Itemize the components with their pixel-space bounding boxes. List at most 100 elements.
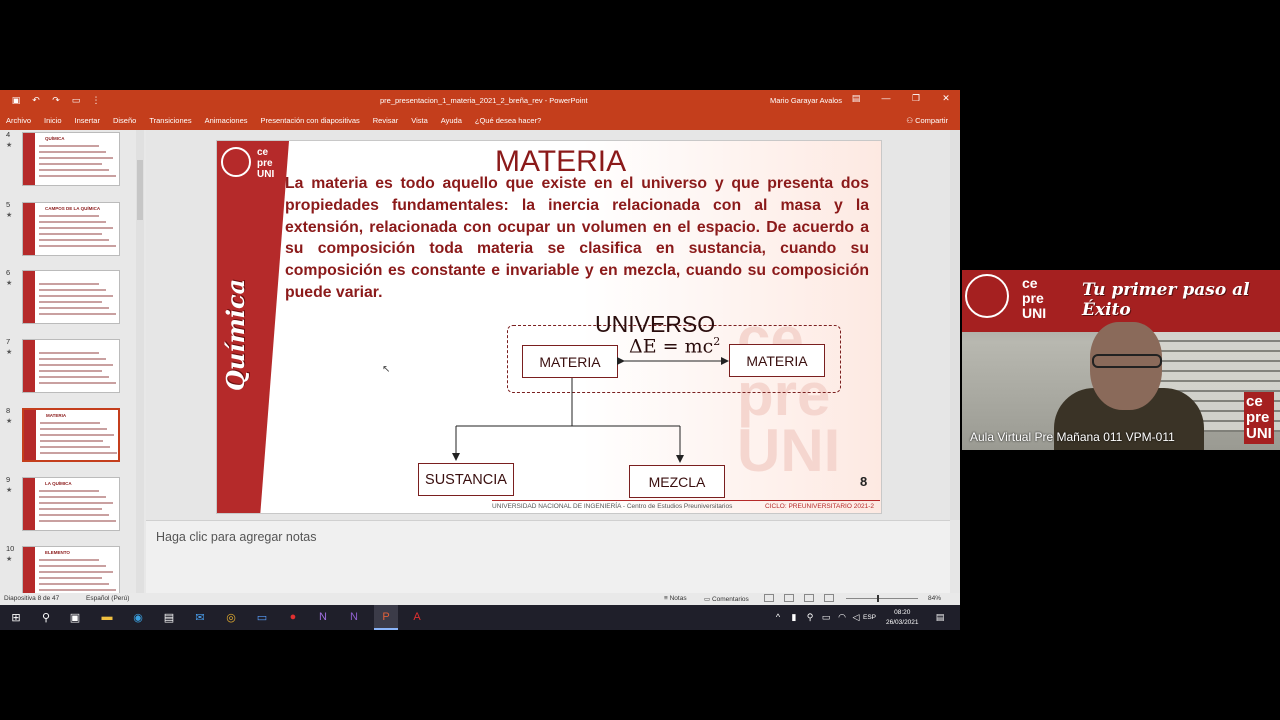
ribbon-tab-3[interactable]: Diseño: [113, 116, 136, 125]
thumbnail-text-line: [39, 245, 116, 247]
thumbnail-text-line: [39, 295, 113, 297]
slide-thumbnail[interactable]: 9 ★ LA QUÍMICA: [0, 475, 146, 535]
notes-placeholder: Haga clic para agregar notas: [156, 530, 317, 544]
edge-icon[interactable]: ◉: [130, 609, 146, 625]
taskbar-clock[interactable]: 08:20 26/03/2021: [886, 608, 919, 628]
animation-star-icon: ★: [6, 556, 13, 563]
thumbnail-text-line: [39, 583, 109, 585]
ribbon-tab-7[interactable]: Revisar: [373, 116, 398, 125]
thumbnail-preview: CAMPOS DE LA QUÍMICA: [22, 202, 120, 256]
undo-icon[interactable]: ↶: [30, 94, 42, 106]
zoom-app-icon[interactable]: ▭: [254, 609, 270, 625]
share-button[interactable]: ⚇ Compartir: [906, 116, 948, 125]
reading-view-icon[interactable]: [804, 594, 814, 602]
user-name[interactable]: Mario Garayar Avalos: [770, 96, 842, 105]
presenter-glasses: [1092, 354, 1162, 368]
onenote-icon[interactable]: N: [315, 609, 331, 625]
webcam-right-logo: ce pre UNI: [1244, 392, 1274, 444]
slide-sorter-icon[interactable]: [784, 594, 794, 602]
volume-icon[interactable]: ◁: [848, 609, 864, 625]
slide-thumbnail-pane: 4 ★ QUÍMICA 5 ★ CAMPOS DE LA QUÍMICA 6 ★ 7 ★ 8 ★ MAT…: [0, 130, 146, 600]
ribbon-tab-9[interactable]: Ayuda: [441, 116, 462, 125]
animation-star-icon: ★: [6, 418, 13, 425]
ribbon-tab-1[interactable]: Inicio: [44, 116, 62, 125]
ribbon-tab-8[interactable]: Vista: [411, 116, 428, 125]
current-slide[interactable]: ce pre UNI Química ce pre UNI MATERIA La m…: [216, 140, 882, 514]
ribbon-display-icon[interactable]: ▤: [850, 93, 862, 104]
ribbon-tab-5[interactable]: Animaciones: [205, 116, 248, 125]
slide-footer-left: UNIVERSIDAD NACIONAL DE INGENIERÍA - Cen…: [492, 503, 733, 510]
acrobat-icon[interactable]: A: [409, 609, 425, 625]
thumbnail-red-band: [23, 478, 35, 530]
minimize-icon[interactable]: —: [880, 93, 892, 104]
notifications-icon[interactable]: ▤: [932, 609, 948, 625]
slide-body-text[interactable]: La materia es todo aquello que existe en…: [285, 173, 869, 304]
search-icon[interactable]: ⚲: [38, 609, 54, 625]
thumbnail-number: 9: [6, 475, 11, 484]
save-icon[interactable]: ▣: [10, 94, 22, 106]
slide-thumbnail[interactable]: 8 ★ MATERIA: [0, 406, 146, 466]
notes-toggle[interactable]: ≡ Notas: [664, 595, 687, 602]
maximize-icon[interactable]: ❐: [910, 93, 922, 104]
ribbon-tab-list: Archivo Inicio Insertar Diseño Transiciones A…: [6, 116, 541, 125]
normal-view-icon[interactable]: [764, 594, 774, 602]
zoom-slider[interactable]: [846, 598, 918, 599]
comments-toggle[interactable]: ▭ Comentarios: [704, 595, 749, 603]
language-indicator[interactable]: Español (Perú): [86, 595, 129, 602]
slide-thumbnail[interactable]: 5 ★ CAMPOS DE LA QUÍMICA: [0, 200, 146, 260]
customize-toolbar-icon[interactable]: ⋮: [90, 94, 102, 106]
ribbon-tab-10[interactable]: ¿Qué desea hacer?: [475, 116, 541, 125]
chrome-icon[interactable]: ◎: [223, 609, 239, 625]
window-controls: ▤ — ❐ ✕: [850, 93, 952, 104]
zoom-level[interactable]: 84%: [928, 595, 941, 602]
zoom-slider-thumb[interactable]: [877, 595, 879, 602]
ribbon-tab-0[interactable]: Archivo: [6, 116, 31, 125]
input-language[interactable]: ESP: [863, 614, 876, 621]
mouse-cursor-icon: ↖: [382, 364, 391, 375]
powerpoint-icon[interactable]: P: [378, 609, 394, 625]
share-label: Compartir: [915, 116, 948, 125]
ribbon-tab-4[interactable]: Transiciones: [149, 116, 191, 125]
task-view-icon[interactable]: ▣: [67, 609, 83, 625]
redo-icon[interactable]: ↷: [50, 94, 62, 106]
store-icon[interactable]: ▤: [161, 609, 177, 625]
notes-pane[interactable]: Haga clic para agregar notas: [146, 520, 950, 593]
ribbon-tab-6[interactable]: Presentación con diapositivas: [261, 116, 360, 125]
battery-icon[interactable]: ▭: [818, 609, 834, 625]
thumbnail-text-line: [39, 577, 102, 579]
equation-exponent: 2: [713, 335, 721, 348]
slide-thumbnail[interactable]: 7 ★: [0, 337, 146, 397]
ribbon-tab-2[interactable]: Insertar: [75, 116, 100, 125]
mail-icon[interactable]: ✉: [192, 609, 208, 625]
energy-equation: ΔE = mc2: [629, 335, 720, 357]
file-explorer-icon[interactable]: ▬: [99, 609, 115, 625]
recorder-icon[interactable]: ●: [285, 609, 301, 625]
thumbnail-text-line: [39, 496, 106, 498]
windows-start-icon[interactable]: ⊞: [8, 609, 24, 625]
thumbnail-text-line: [39, 490, 99, 492]
thumbnail-text-line: [39, 233, 102, 235]
slide-thumbnail[interactable]: 4 ★ QUÍMICA: [0, 130, 146, 190]
slide-vertical-scrollbar[interactable]: [950, 130, 960, 520]
thumbnail-preview: [22, 270, 120, 324]
thumbnail-text-line: [39, 283, 99, 285]
slideshow-view-icon[interactable]: [824, 594, 834, 602]
usb-icon[interactable]: ⚲: [802, 609, 818, 625]
materia-left-box: MATERIA: [522, 345, 618, 378]
thumbnail-title: ELEMENTO: [45, 550, 70, 555]
microphone-icon[interactable]: ▮: [786, 609, 802, 625]
thumbnail-preview: LA QUÍMICA: [22, 477, 120, 531]
slide-thumbnail[interactable]: 6 ★: [0, 268, 146, 328]
close-icon[interactable]: ✕: [940, 93, 952, 104]
animation-star-icon: ★: [6, 280, 13, 287]
thumbnail-text-line: [39, 364, 113, 366]
thumbnail-text-line: [39, 352, 99, 354]
thumbnail-number: 7: [6, 337, 11, 346]
start-slideshow-icon[interactable]: ▭: [70, 94, 82, 106]
tray-chevron-icon[interactable]: ^: [770, 609, 786, 625]
equation-text: ΔE = mc: [629, 335, 714, 358]
view-buttons: [764, 594, 834, 602]
onenote-2-icon[interactable]: N: [346, 609, 362, 625]
thumbnail-text-line: [39, 571, 113, 573]
webcam-slogan: Tu primer paso al Éxito: [1082, 280, 1250, 320]
